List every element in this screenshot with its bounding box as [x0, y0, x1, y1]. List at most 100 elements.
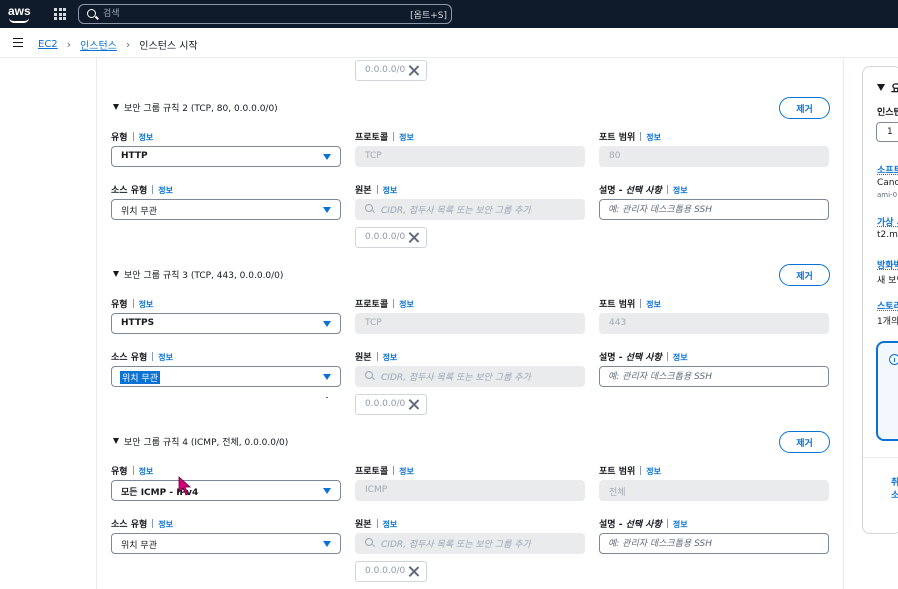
caret-down-icon [323, 154, 331, 160]
search-input[interactable] [103, 7, 403, 21]
rule-2-remove-button[interactable]: 제거 [779, 97, 830, 119]
cidr-chip: 0.0.0.0/0 [355, 60, 427, 81]
description-field[interactable] [608, 203, 818, 217]
rule-3-header[interactable]: 보안 그룹 규칙 3 (TCP, 443, 0.0.0.0/0) [113, 268, 283, 281]
info-link[interactable]: 정보 [646, 467, 661, 476]
rule-2-source-input[interactable]: CIDR, 접두사 목록 또는 보안 그룹 추가 [355, 199, 585, 220]
info-link[interactable]: 정보 [383, 520, 398, 529]
info-link[interactable]: 정보 [646, 133, 661, 142]
rule-2-description-input[interactable] [599, 199, 829, 220]
rule-4-source-type-select[interactable]: 위치 무관 [111, 533, 341, 554]
chevron-right-icon: › [125, 38, 131, 51]
info-link[interactable]: 정보 [673, 353, 688, 362]
source-label: 원본 정보 [355, 352, 398, 363]
rule-4-protocol-field: ICMP [355, 480, 585, 501]
summary-title: 요약 [891, 80, 898, 96]
caret-down-icon [323, 488, 331, 494]
close-icon[interactable] [408, 231, 420, 243]
hamburger-menu-icon[interactable] [13, 38, 23, 47]
info-link[interactable]: 정보 [383, 186, 398, 195]
breadcrumb-ec2[interactable]: EC2 [38, 39, 58, 50]
rule-3-type-value: HTTPS [121, 318, 155, 328]
source-label: 원본 정보 [355, 185, 398, 196]
caret-down-icon [323, 541, 331, 547]
aws-smile-icon [9, 18, 29, 23]
cidr-chip: 0.0.0.0/0 [355, 227, 427, 248]
rule-3-type-select[interactable]: HTTPS [111, 313, 341, 334]
mouse-cursor-icon [178, 476, 192, 496]
rule-4-remove-button[interactable]: 제거 [779, 431, 830, 453]
rule-4-source-type-value: 위치 무관 [121, 541, 157, 551]
rule-3-port-field: 443 [599, 313, 829, 334]
software-image-link[interactable]: 소프트웨어 이미지(AMI) [877, 163, 898, 176]
info-link[interactable]: 정보 [139, 300, 154, 309]
info-link[interactable]: 정보 [646, 300, 661, 309]
caret-down-icon [113, 271, 119, 277]
rule-3-description-input[interactable] [599, 366, 829, 387]
source-placeholder: CIDR, 접두사 목록 또는 보안 그룹 추가 [381, 373, 531, 383]
info-link[interactable]: 정보 [399, 467, 414, 476]
rule-4-description-input[interactable] [599, 533, 829, 554]
aws-logo[interactable]: aws [8, 4, 32, 24]
info-link[interactable]: 정보 [673, 186, 688, 195]
rule-4-header[interactable]: 보안 그룹 규칙 4 (ICMP, 전체, 0.0.0.0/0) [113, 435, 288, 448]
protocol-label: 프로토콜 정보 [355, 466, 414, 477]
source-type-label: 소스 유형 정보 [111, 519, 173, 530]
description-field[interactable] [608, 370, 818, 384]
description-label: 설명 - 선택 사항 정보 [599, 519, 688, 530]
info-link[interactable]: 정보 [158, 186, 173, 195]
port-range-label: 포트 범위 정보 [599, 132, 661, 143]
port-range-label: 포트 범위 정보 [599, 466, 661, 477]
rule-4-title: 보안 그룹 규칙 4 (ICMP, 전체, 0.0.0.0/0) [124, 438, 289, 448]
close-icon[interactable] [408, 398, 420, 410]
close-icon[interactable] [408, 64, 420, 76]
cancel-button[interactable]: 취소 [891, 475, 898, 501]
info-link[interactable]: 정보 [139, 467, 154, 476]
rule-4-source-input[interactable]: CIDR, 접두사 목록 또는 보안 그룹 추가 [355, 533, 585, 554]
rule-4-port-field: 전체 [599, 480, 829, 501]
info-link[interactable]: 정보 [399, 133, 414, 142]
firewall-link[interactable]: 방화벽(보안 그룹) [877, 258, 898, 271]
cidr-chip: 0.0.0.0/0 [355, 394, 427, 415]
search-icon [365, 371, 373, 379]
rule-3-remove-button[interactable]: 제거 [779, 264, 830, 286]
rule-3-source-type-select[interactable]: 위치 무관 [111, 366, 341, 387]
info-link[interactable]: 정보 [158, 353, 173, 362]
rule-2-source-type-value: 위치 무관 [121, 207, 157, 217]
breadcrumb-current: 인스턴스 시작 [139, 41, 198, 52]
source-label: 원본 정보 [355, 519, 398, 530]
description-field[interactable] [608, 537, 818, 551]
info-link[interactable]: 정보 [383, 353, 398, 362]
rule-2-source-type-select[interactable]: 위치 무관 [111, 199, 341, 220]
info-link[interactable]: 정보 [158, 520, 173, 529]
search-icon [365, 204, 373, 212]
info-link[interactable]: 정보 [139, 133, 154, 142]
source-placeholder: CIDR, 접두사 목록 또는 보안 그룹 추가 [381, 540, 531, 550]
rule-2-port-field: 80 [599, 146, 829, 167]
search-icon [365, 538, 373, 546]
rule-4-type-select[interactable]: 모든 ICMP - IPv4 [111, 480, 341, 501]
close-icon[interactable] [408, 565, 420, 577]
protocol-label: 프로토콜 정보 [355, 299, 414, 310]
cidr-chip: 0.0.0.0/0 [355, 561, 427, 582]
instance-type-value: t2.micro [877, 230, 898, 240]
rule-2-header[interactable]: 보안 그룹 규칙 2 (TCP, 80, 0.0.0.0/0) [113, 101, 278, 114]
cidr-chip-label: 0.0.0.0/0 [365, 65, 406, 75]
rule-3-source-input[interactable]: CIDR, 접두사 목록 또는 보안 그룹 추가 [355, 366, 585, 387]
caret-down-icon[interactable] [877, 84, 885, 91]
rule-3-protocol-field: TCP [355, 313, 585, 334]
storage-link[interactable]: 스토리지(볼륨) [877, 299, 898, 312]
services-grid-icon[interactable] [54, 8, 66, 20]
info-link[interactable]: 정보 [399, 300, 414, 309]
rule-2-protocol-field: TCP [355, 146, 585, 167]
software-image-value: Canonical, Ubuntu [877, 178, 898, 188]
instance-type-link[interactable]: 가상 서버 유형(인스턴스 유형) [877, 215, 898, 228]
type-label: 유형 정보 [111, 132, 154, 143]
global-search[interactable]: [옵트+S] [78, 4, 452, 24]
info-link[interactable]: 정보 [673, 520, 688, 529]
breadcrumb-instances[interactable]: 인스턴스 [80, 37, 117, 52]
rule-2-type-select[interactable]: HTTP [111, 146, 341, 167]
caret-down-icon [323, 321, 331, 327]
instance-count-input[interactable]: 1 [876, 122, 898, 142]
firewall-value: 새 보안 그룹 [877, 276, 898, 286]
